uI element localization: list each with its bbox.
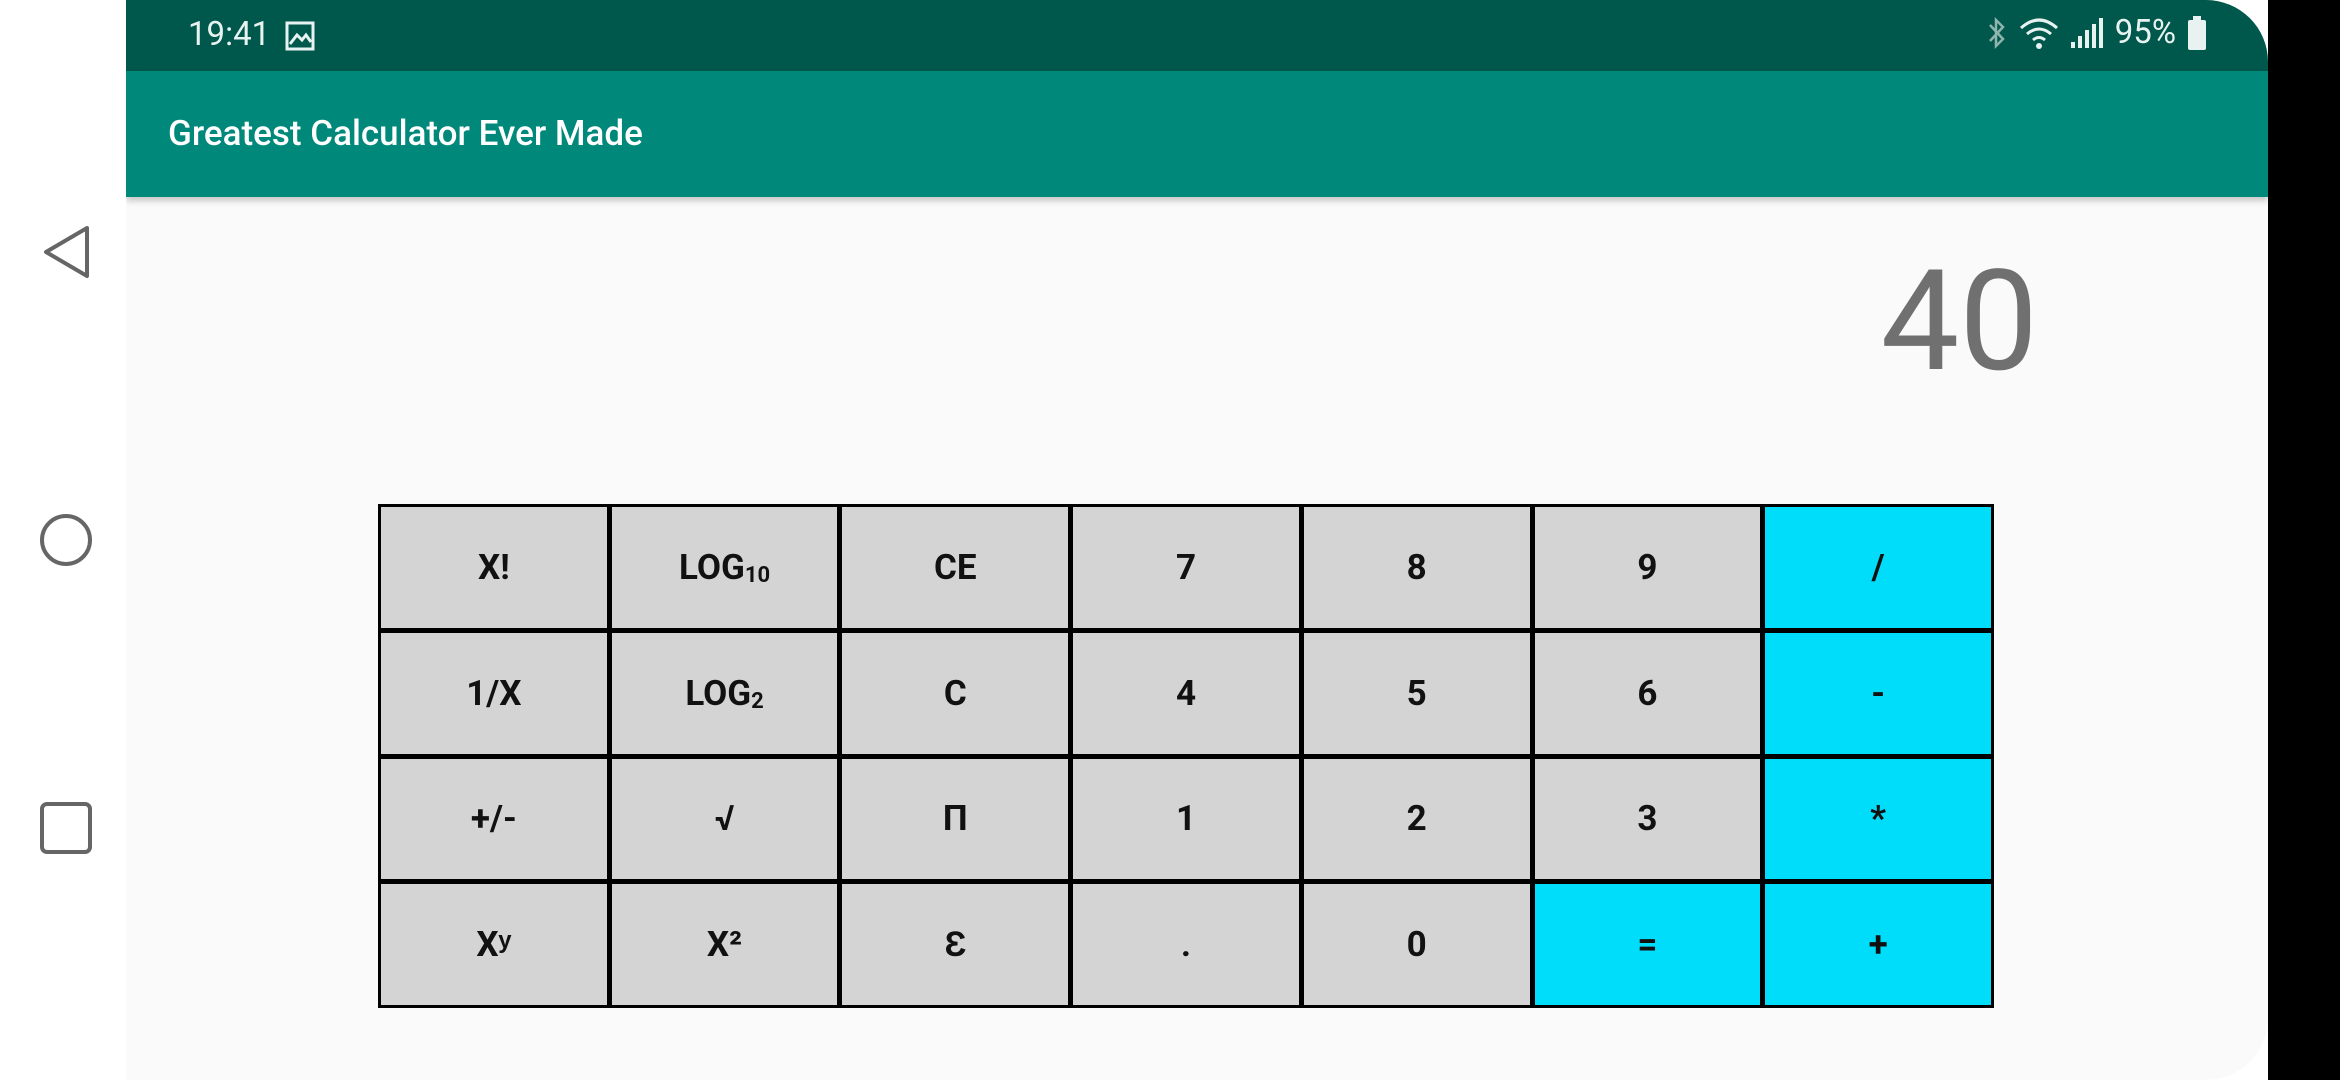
recents-button[interactable]	[38, 800, 94, 856]
key-subscript: 10	[744, 562, 771, 588]
digit-3-key[interactable]: 3	[1534, 758, 1761, 880]
battery-icon	[2188, 15, 2206, 50]
digit-4-key[interactable]: 4	[1073, 632, 1299, 754]
reciprocal-key[interactable]: 1/X	[381, 632, 607, 754]
clear-key[interactable]: C	[842, 632, 1069, 754]
key-label: *	[1870, 798, 1887, 840]
key-label: 5	[1406, 672, 1427, 714]
key-label: C	[943, 672, 967, 714]
digit-6-key[interactable]: 6	[1534, 632, 1761, 754]
result-display: 40	[1880, 240, 2038, 404]
digit-8-key[interactable]: 8	[1303, 507, 1530, 628]
key-label: Π	[942, 798, 968, 840]
key-label: /	[1871, 546, 1885, 588]
status-bar: 19:41 95%	[126, 0, 2268, 71]
square-key[interactable]: X²	[611, 884, 838, 1005]
back-icon	[44, 226, 89, 278]
app-screen: 19:41 95% Greatest Calculator Ever Made …	[126, 0, 2268, 1080]
key-label: =	[1637, 924, 1658, 966]
key-label: 0	[1406, 924, 1427, 966]
key-label: Ɛ	[944, 924, 967, 966]
sqrt-key[interactable]: √	[611, 758, 838, 880]
key-label: +/-	[470, 798, 517, 840]
image-icon	[285, 21, 315, 51]
navigation-bar	[0, 0, 126, 1080]
key-label: 2	[1406, 798, 1427, 840]
key-label: CE	[933, 546, 977, 588]
app-title: Greatest Calculator Ever Made	[168, 113, 643, 154]
key-label: +	[1868, 924, 1888, 966]
digit-1-key[interactable]: 1	[1073, 758, 1299, 880]
power-key[interactable]: Xʸ	[381, 884, 607, 1005]
multiply-key[interactable]: *	[1765, 758, 1991, 880]
battery-percent: 95%	[2114, 13, 2176, 52]
key-label: 6	[1637, 672, 1658, 714]
add-key[interactable]: +	[1765, 884, 1991, 1005]
divide-key[interactable]: /	[1765, 507, 1991, 628]
status-time: 19:41	[188, 15, 271, 54]
key-label: 7	[1175, 546, 1197, 588]
keypad: X! LOG 10 CE 7 8 9/1/X LOG 2 C 4 5 6- +/- √ Π 1 2 3 * Xʸ X² Ɛ.…	[378, 504, 1994, 1008]
digit-2-key[interactable]: 2	[1303, 758, 1530, 880]
key-label: 4	[1175, 672, 1197, 714]
home-icon	[40, 514, 92, 566]
euler-key[interactable]: Ɛ	[842, 884, 1069, 1005]
key-label: X!	[478, 546, 510, 588]
digit-7-key[interactable]: 7	[1073, 507, 1299, 628]
key-label: .	[1180, 924, 1192, 966]
key-label: X²	[706, 924, 743, 966]
digit-9-key[interactable]: 9	[1534, 507, 1761, 628]
key-label: LOG	[685, 672, 752, 714]
factorial-key[interactable]: X!	[381, 507, 607, 628]
key-label: √	[714, 798, 735, 840]
app-bar: Greatest Calculator Ever Made	[126, 71, 2268, 197]
key-label: LOG	[679, 546, 745, 588]
bluetooth-icon	[1988, 16, 2005, 49]
key-label: 3	[1637, 798, 1658, 840]
status-icons: 95%	[1985, 13, 2208, 52]
negate-key[interactable]: +/-	[381, 758, 607, 880]
back-button[interactable]	[38, 224, 94, 280]
key-label: 8	[1406, 546, 1427, 588]
key-label: 1	[1175, 798, 1197, 840]
equals-key[interactable]: =	[1534, 884, 1761, 1005]
home-button[interactable]	[38, 512, 94, 568]
wifi-icon	[2019, 18, 2058, 49]
digit-5-key[interactable]: 5	[1303, 632, 1530, 754]
key-label: 1/X	[466, 672, 522, 714]
digit-0-key[interactable]: 0	[1303, 884, 1530, 1005]
decimal-key[interactable]: .	[1073, 884, 1299, 1005]
key-subscript: 2	[751, 688, 764, 714]
log2-key[interactable]: LOG 2	[611, 632, 838, 754]
subtract-key[interactable]: -	[1765, 632, 1991, 754]
log10-key[interactable]: LOG 10	[611, 507, 838, 628]
key-label: Xʸ	[476, 924, 512, 966]
signal-icon	[2070, 17, 2103, 48]
key-label: 9	[1637, 546, 1658, 588]
device-edge	[2268, 0, 2340, 1080]
recents-icon	[40, 802, 92, 854]
pi-key[interactable]: Π	[842, 758, 1069, 880]
key-label: -	[1871, 672, 1886, 714]
clear-entry-key[interactable]: CE	[842, 507, 1069, 628]
